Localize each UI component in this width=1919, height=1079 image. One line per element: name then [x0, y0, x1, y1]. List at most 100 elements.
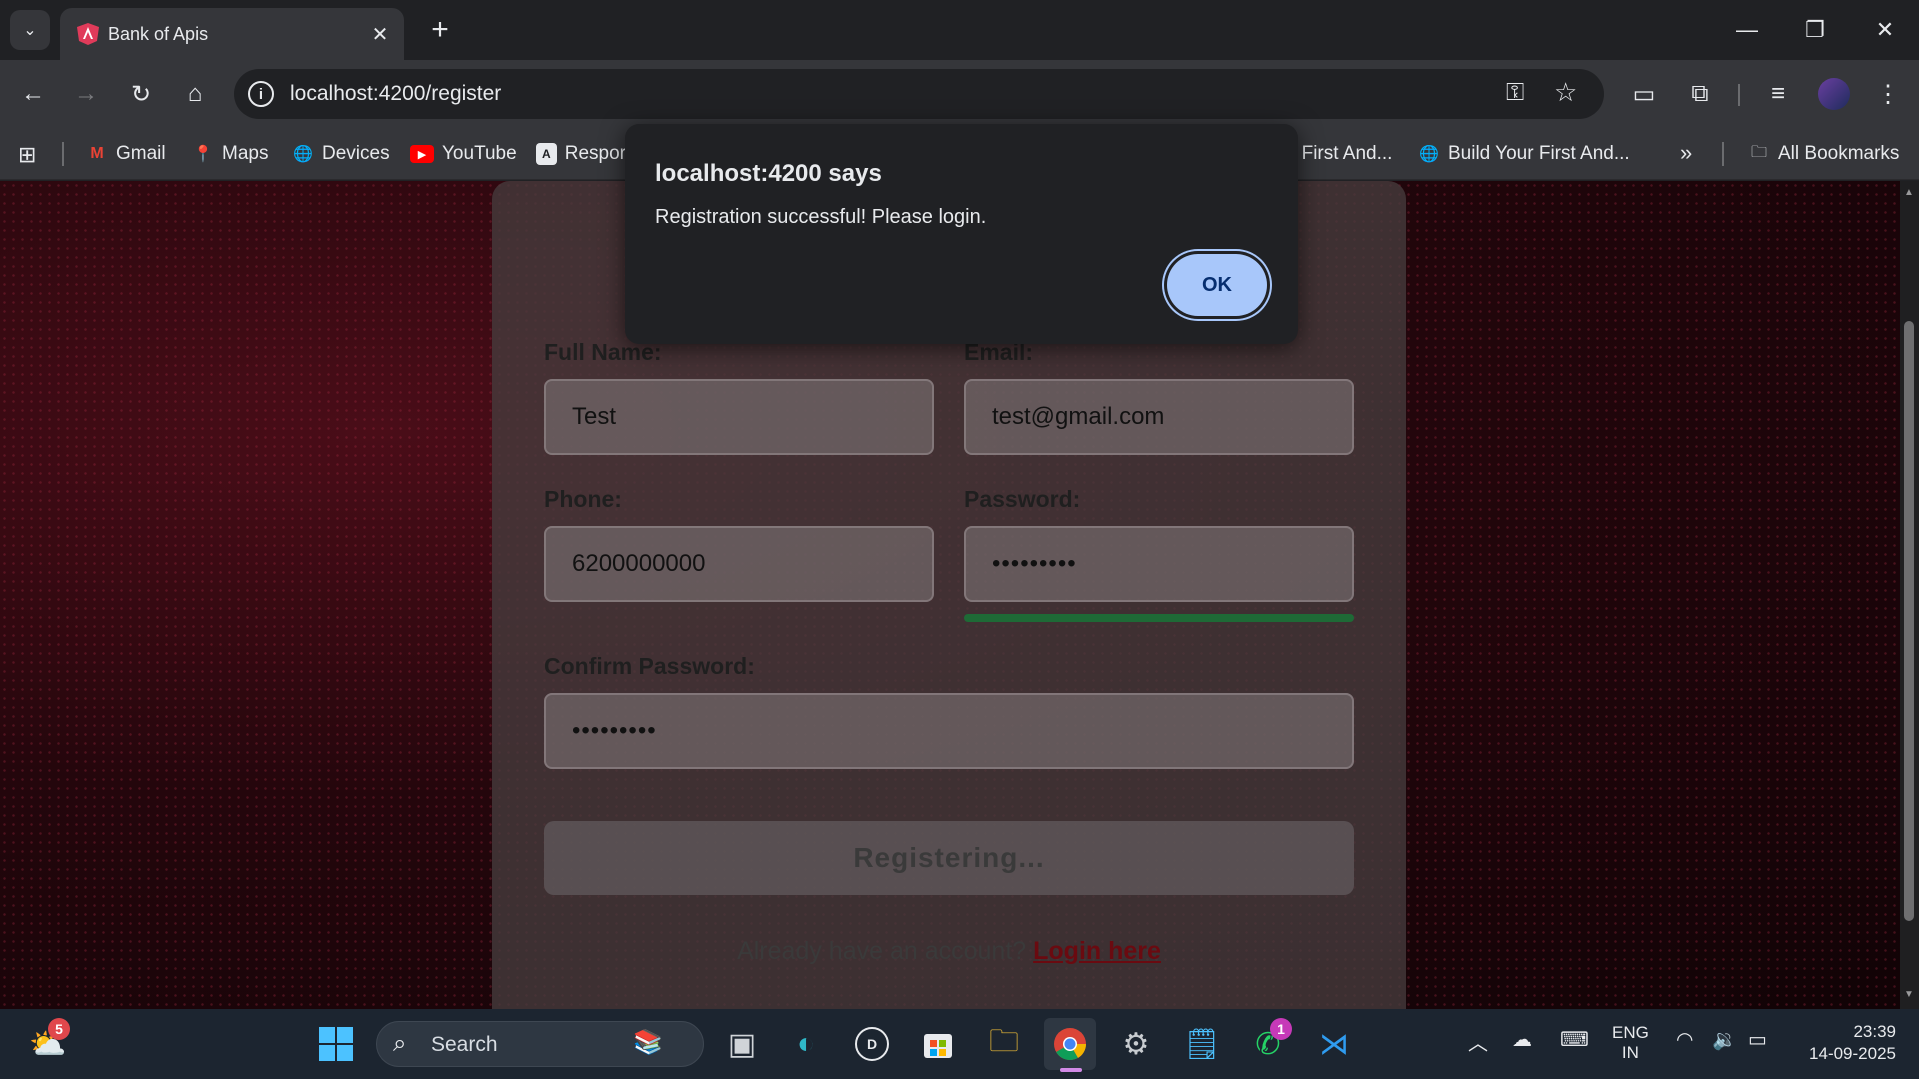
bookmark-label: Respor [564, 143, 626, 164]
close-window-icon[interactable]: ✕ [1860, 10, 1910, 50]
dialog-title: localhost:4200 says [655, 160, 882, 187]
tab-strip: ⌄ Bank of Apis ✕ + — ❐ ✕ [0, 0, 1919, 60]
tab-title: Bank of Apis [108, 24, 209, 44]
vscode-icon[interactable]: ⋊ [1308, 1018, 1360, 1070]
register-button[interactable]: Registering... [544, 821, 1354, 895]
bookmark-label: YouTube [442, 143, 517, 164]
taskbar-search[interactable]: ⌕ Search 📚 [376, 1021, 704, 1067]
file-explorer-icon[interactable]: 🗀 [978, 1018, 1030, 1070]
active-app-indicator [1060, 1068, 1082, 1072]
extensions-icon[interactable]: ⧉ [1680, 74, 1720, 114]
language-indicator[interactable]: ENG IN [1612, 1023, 1649, 1063]
clock[interactable]: 23:39 14-09-2025 [1796, 1021, 1896, 1065]
gmail-icon: M [90, 145, 104, 162]
youtube-icon: ▶ [410, 145, 434, 163]
clock-time: 23:39 [1853, 1022, 1896, 1041]
bookmark-gmail[interactable]: M Gmail [86, 140, 165, 168]
scroll-down-icon[interactable]: ▼ [1904, 989, 1914, 1000]
login-prompt: Already have an account? Login here [492, 937, 1406, 966]
notepad-icon[interactable]: 🗒 [1176, 1018, 1228, 1070]
phone-label: Phone: [544, 486, 622, 512]
apps-grid-icon[interactable]: ⊞ [18, 142, 36, 168]
scroll-thumb[interactable] [1904, 321, 1914, 921]
url-text[interactable]: localhost:4200/register [290, 82, 501, 106]
forward-arrow-icon[interactable]: → [66, 74, 106, 114]
bookmarks-divider [62, 142, 64, 166]
active-tab[interactable]: Bank of Apis ✕ [60, 8, 404, 60]
bookmark-label: Build Your First And... [1448, 143, 1630, 164]
bookmarks-overflow-icon[interactable]: » [1680, 140, 1692, 166]
onedrive-icon[interactable]: ☁ [1512, 1027, 1532, 1052]
bookmark-build-first[interactable]: 🌐 Build Your First And... [1418, 140, 1630, 168]
media-control-icon[interactable]: ≡ [1758, 74, 1798, 114]
bookmark-youtube[interactable]: ▶ YouTube [410, 140, 517, 168]
bookmark-label: All Bookmarks [1778, 143, 1900, 164]
folder-icon: 🗀 [1750, 143, 1767, 161]
battery-icon[interactable]: ▭ [1748, 1027, 1767, 1052]
bookmark-first-and[interactable]: r First And... [1290, 140, 1392, 168]
bookmarks-divider [1722, 142, 1724, 166]
restore-icon[interactable]: ❐ [1790, 10, 1840, 50]
cast-icon[interactable]: ▭ [1624, 74, 1664, 114]
bookmark-maps[interactable]: 📍 Maps [192, 140, 268, 168]
volume-icon[interactable]: 🔉 [1712, 1027, 1737, 1052]
bookmark-devices[interactable]: 🌐 Devices [292, 140, 390, 168]
login-prompt-text: Already have an account? [737, 937, 1034, 965]
edge-icon[interactable]: ◐ [780, 1018, 832, 1070]
whatsapp-icon[interactable]: ✆ 1 [1242, 1018, 1294, 1070]
scroll-up-icon[interactable]: ▲ [1904, 187, 1914, 198]
password-strength-bar [964, 614, 1354, 622]
tab-search-button[interactable]: ⌄ [10, 10, 50, 50]
weather-widget-icon[interactable]: ⛅ 5 [22, 1018, 74, 1070]
login-link[interactable]: Login here [1033, 937, 1161, 965]
keyboard-icon[interactable]: ⌨ [1560, 1027, 1589, 1052]
bookmark-star-icon[interactable]: ☆ [1554, 77, 1577, 108]
new-tab-button[interactable]: + [422, 12, 458, 48]
email-input[interactable]: test@gmail.com [964, 379, 1354, 455]
tab-close-icon[interactable]: ✕ [366, 20, 394, 48]
minimize-icon[interactable]: — [1722, 10, 1772, 50]
bookmark-label: Maps [222, 143, 269, 164]
confirm-password-input[interactable]: ••••••••• [544, 693, 1354, 769]
windows-start-icon[interactable] [310, 1018, 362, 1070]
whatsapp-badge: 1 [1270, 1018, 1292, 1040]
search-highlight-icon: 📚 [633, 1029, 663, 1056]
dialog-ok-button[interactable]: OK [1167, 254, 1267, 316]
microsoft-store-icon[interactable] [912, 1018, 964, 1070]
angular-favicon-icon [77, 23, 99, 45]
bookmark-label: r First And... [1290, 143, 1393, 164]
menu-kebab-icon[interactable]: ⋮ [1868, 74, 1908, 114]
all-bookmarks[interactable]: 🗀 All Bookmarks [1748, 140, 1899, 168]
full-name-input[interactable]: Test [544, 379, 934, 455]
chrome-icon[interactable] [1044, 1018, 1096, 1072]
bookmark-respor[interactable]: A Respor [536, 140, 626, 168]
toolbar-divider [1738, 84, 1740, 106]
password-input[interactable]: ••••••••• [964, 526, 1354, 602]
profile-avatar[interactable] [1818, 78, 1850, 110]
password-key-icon[interactable]: ⚿ [1506, 79, 1524, 107]
back-arrow-icon[interactable]: ← [13, 74, 53, 114]
site-info-icon[interactable]: i [248, 81, 274, 107]
angular-icon: A [536, 143, 557, 165]
alert-dialog: localhost:4200 says Registration success… [625, 124, 1298, 344]
tray-overflow-icon[interactable]: ︿ [1468, 1027, 1488, 1056]
confirm-password-label: Confirm Password: [544, 653, 755, 679]
password-label: Password: [964, 486, 1081, 512]
search-icon: ⌕ [393, 1030, 407, 1057]
taskbar-search-label: Search [431, 1033, 498, 1056]
settings-gear-icon[interactable]: ⚙ [1110, 1018, 1162, 1070]
dell-icon[interactable]: D [846, 1018, 898, 1070]
address-bar[interactable]: i localhost:4200/register ⚿ ☆ [234, 69, 1604, 119]
language-code: ENG [1612, 1023, 1649, 1042]
phone-input[interactable]: 6200000000 [544, 526, 934, 602]
clock-date: 14-09-2025 [1809, 1044, 1896, 1063]
maps-icon: 📍 [193, 146, 213, 163]
reload-icon[interactable]: ↻ [121, 74, 161, 114]
wifi-icon[interactable]: ◠ [1676, 1027, 1693, 1052]
browser-toolbar: ← → ↻ ⌂ i localhost:4200/register ⚿ ☆ ▭ … [0, 60, 1919, 128]
dialog-message: Registration successful! Please login. [655, 206, 987, 228]
task-view-icon[interactable]: ▣ [716, 1018, 768, 1070]
home-icon[interactable]: ⌂ [175, 74, 215, 114]
page-scrollbar[interactable]: ▲ ▼ [1900, 181, 1919, 1009]
region-code: IN [1621, 1043, 1639, 1062]
